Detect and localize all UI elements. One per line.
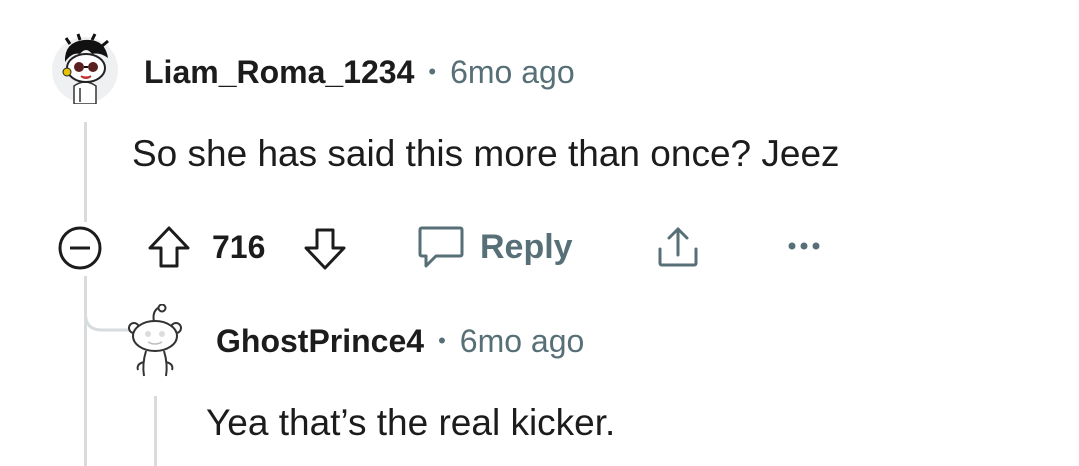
downvote-arrow-icon — [304, 228, 346, 270]
meta-separator: • — [428, 59, 437, 84]
default-snoo-avatar-icon — [128, 303, 182, 377]
snoo-avatar-headphones-icon — [52, 33, 118, 105]
reply-button[interactable]: Reply — [416, 222, 573, 272]
thread-line-child — [154, 396, 157, 466]
speech-bubble-icon — [418, 226, 464, 268]
comment-body: So she has said this more than once? Jee… — [132, 133, 840, 174]
reply-label: Reply — [480, 227, 573, 266]
more-options-button[interactable] — [784, 224, 824, 268]
username[interactable]: GhostPrince4 — [216, 323, 424, 360]
timestamp[interactable]: 6mo ago — [460, 323, 585, 360]
upvote-arrow-icon — [148, 226, 190, 268]
collapse-thread-icon — [58, 226, 102, 270]
vote-score: 716 — [212, 228, 266, 265]
collapse-thread-button[interactable] — [56, 224, 104, 272]
comment-meta: GhostPrince4 • 6mo ago — [216, 320, 584, 362]
share-icon — [658, 227, 698, 267]
avatar[interactable] — [50, 32, 120, 105]
downvote-button[interactable] — [300, 224, 350, 274]
avatar[interactable] — [124, 303, 184, 378]
upvote-button[interactable] — [144, 222, 194, 272]
thread-line-root — [84, 122, 87, 222]
username[interactable]: Liam_Roma_1234 — [144, 54, 414, 91]
meta-separator: • — [438, 328, 446, 353]
comment-meta: Liam_Roma_1234 • 6mo ago — [144, 52, 575, 92]
comment-action-bar: 716 Reply — [56, 222, 836, 272]
more-options-icon — [788, 242, 820, 250]
comment-body: Yea that’s the real kicker. — [206, 402, 616, 443]
timestamp[interactable]: 6mo ago — [450, 54, 575, 91]
share-button[interactable] — [652, 222, 704, 272]
